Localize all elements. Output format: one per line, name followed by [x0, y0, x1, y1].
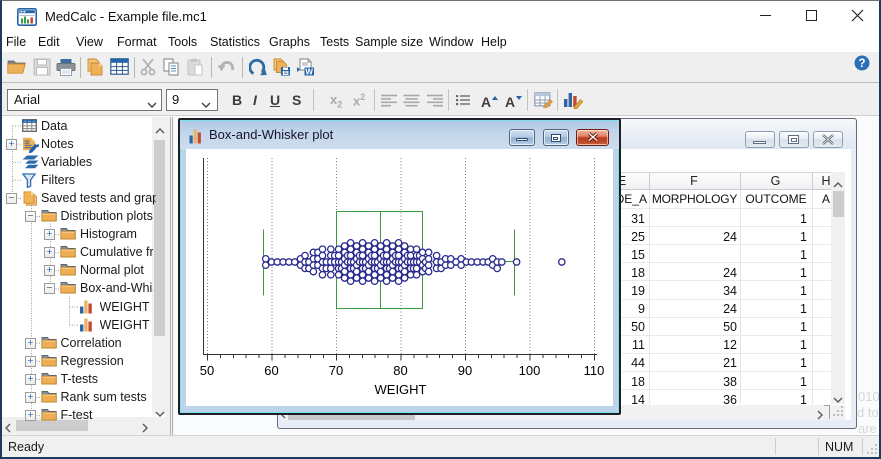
- svg-text:?: ?: [858, 58, 865, 70]
- svg-text:60: 60: [264, 363, 278, 378]
- svg-text:90: 90: [458, 363, 472, 378]
- svg-text:100: 100: [519, 363, 541, 378]
- svg-text:50: 50: [200, 363, 214, 378]
- svg-text:W: W: [305, 67, 313, 76]
- svg-text:70: 70: [329, 363, 343, 378]
- svg-text:A: A: [505, 94, 515, 108]
- svg-text:80: 80: [393, 363, 407, 378]
- svg-text:A: A: [481, 94, 491, 108]
- svg-text:WEIGHT: WEIGHT: [375, 382, 427, 397]
- svg-text:110: 110: [584, 363, 605, 378]
